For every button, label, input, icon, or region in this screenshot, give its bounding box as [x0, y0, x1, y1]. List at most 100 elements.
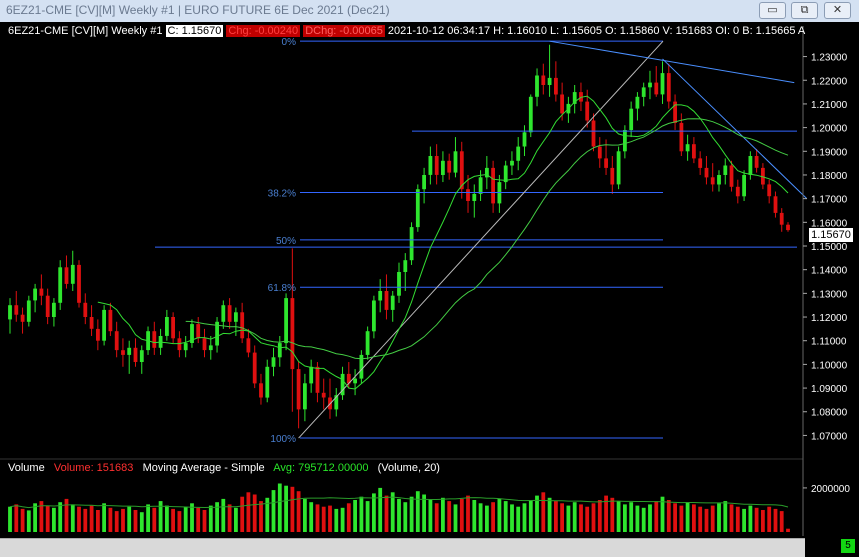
candle-body: [459, 151, 464, 190]
ma-fast-line: [97, 95, 789, 390]
candle-body: [635, 96, 640, 109]
volume-bar: [723, 501, 728, 532]
volume-bar: [340, 507, 345, 532]
candle-body: [165, 317, 169, 336]
volume-bar: [77, 506, 81, 532]
volume-bar: [673, 503, 677, 532]
price-tick-label: 1.22000: [811, 76, 848, 87]
price-tick-label: 1.19000: [811, 147, 848, 158]
volume-bar: [303, 498, 307, 532]
candle-body: [70, 264, 75, 284]
volume-bar: [58, 502, 63, 532]
volume-bar: [290, 486, 295, 532]
volume-bar: [428, 500, 433, 532]
volume-bar: [422, 494, 426, 532]
volume-bar: [566, 505, 571, 532]
candle-body: [729, 165, 734, 187]
daily-change-badge: DChg: -0.00065: [303, 25, 385, 37]
volume-label: Volume: [8, 462, 45, 474]
candle-body: [290, 298, 295, 370]
candle-body: [303, 383, 307, 410]
candle-body: [52, 302, 56, 317]
volume-bar: [121, 508, 125, 532]
volume-bar: [309, 502, 314, 532]
candle-body: [8, 305, 12, 320]
price-tick-label: 1.12000: [811, 313, 848, 324]
volume-bar: [623, 504, 627, 532]
volume-bar: [384, 495, 389, 532]
price-tick-label: 1.18000: [811, 171, 848, 182]
volume-bar: [177, 511, 182, 532]
volume-bar: [779, 511, 784, 532]
candle-body: [378, 291, 383, 301]
ma-label: Moving Average - Simple: [142, 462, 265, 474]
volume-bar: [221, 498, 226, 532]
price-tick-label: 1.20000: [811, 124, 848, 135]
volume-bar: [403, 502, 408, 532]
price-tick-label: 1.13000: [811, 289, 848, 300]
volume-bar: [679, 505, 684, 532]
candle-body: [252, 352, 257, 384]
volume-bar: [271, 490, 276, 532]
candle-body: [767, 184, 772, 197]
candle-body: [234, 312, 238, 322]
ma-params: (Volume, 20): [377, 462, 440, 474]
volume-bar: [510, 504, 514, 532]
volume-bar: [641, 507, 646, 532]
candle-body: [786, 224, 790, 231]
volume-bar: [165, 505, 169, 532]
downtrend-line-upper: [549, 40, 795, 84]
volume-bar: [547, 497, 552, 532]
candle-body: [397, 272, 401, 296]
candle-body: [428, 156, 433, 175]
info-bar: 6EZ21-CME [CV][M] Weekly #1 C: 1.15670 C…: [8, 25, 805, 37]
volume-bar: [441, 497, 445, 532]
volume-bar: [761, 510, 765, 532]
candle-body: [321, 392, 326, 398]
volume-bar: [234, 507, 238, 532]
candle-body: [453, 151, 458, 173]
volume-bar: [372, 493, 376, 532]
volume-bar: [453, 504, 458, 532]
candle-body: [221, 305, 226, 322]
volume-bar: [434, 503, 439, 532]
candle-body: [710, 177, 715, 185]
volume-bar: [466, 495, 470, 532]
candle-body: [196, 324, 201, 339]
price-tick-label: 1.14000: [811, 266, 848, 277]
volume-bar: [277, 483, 282, 532]
volume-bar: [139, 512, 144, 532]
candle-body: [114, 331, 119, 351]
candle-body: [403, 260, 408, 272]
candle-body: [698, 158, 703, 168]
candle-body: [89, 317, 94, 329]
candle-body: [315, 366, 320, 393]
candle-body: [183, 343, 188, 351]
price-tick-label: 1.15000: [811, 242, 848, 253]
volume-bar: [735, 506, 740, 532]
volume-bar: [252, 494, 257, 532]
price-tick-label: 1.17000: [811, 195, 848, 206]
candle-body: [491, 167, 495, 204]
candle-body: [415, 189, 420, 228]
price-tick-label: 1.10000: [811, 360, 848, 371]
volume-bar: [635, 505, 640, 532]
volume-bar: [710, 505, 715, 532]
volume-bar: [786, 528, 790, 532]
candle-body: [20, 314, 25, 322]
close-price-badge: C: 1.15670: [165, 25, 224, 37]
candle-body: [208, 345, 213, 351]
volume-bar: [20, 508, 25, 532]
candle-body: [39, 288, 44, 296]
volume-bar: [397, 498, 401, 532]
volume-bar: [478, 503, 483, 532]
volume-bar: [409, 496, 414, 532]
volume-bar: [698, 506, 703, 532]
quote-stats: 2021-10-12 06:34:17 H: 1.16010 L: 1.1560…: [387, 25, 806, 37]
volume-bar: [472, 500, 477, 532]
candle-body: [108, 309, 113, 332]
candle-body: [629, 108, 634, 130]
candle-body: [434, 156, 439, 175]
candle-body: [139, 350, 144, 362]
volume-bar: [654, 501, 659, 532]
